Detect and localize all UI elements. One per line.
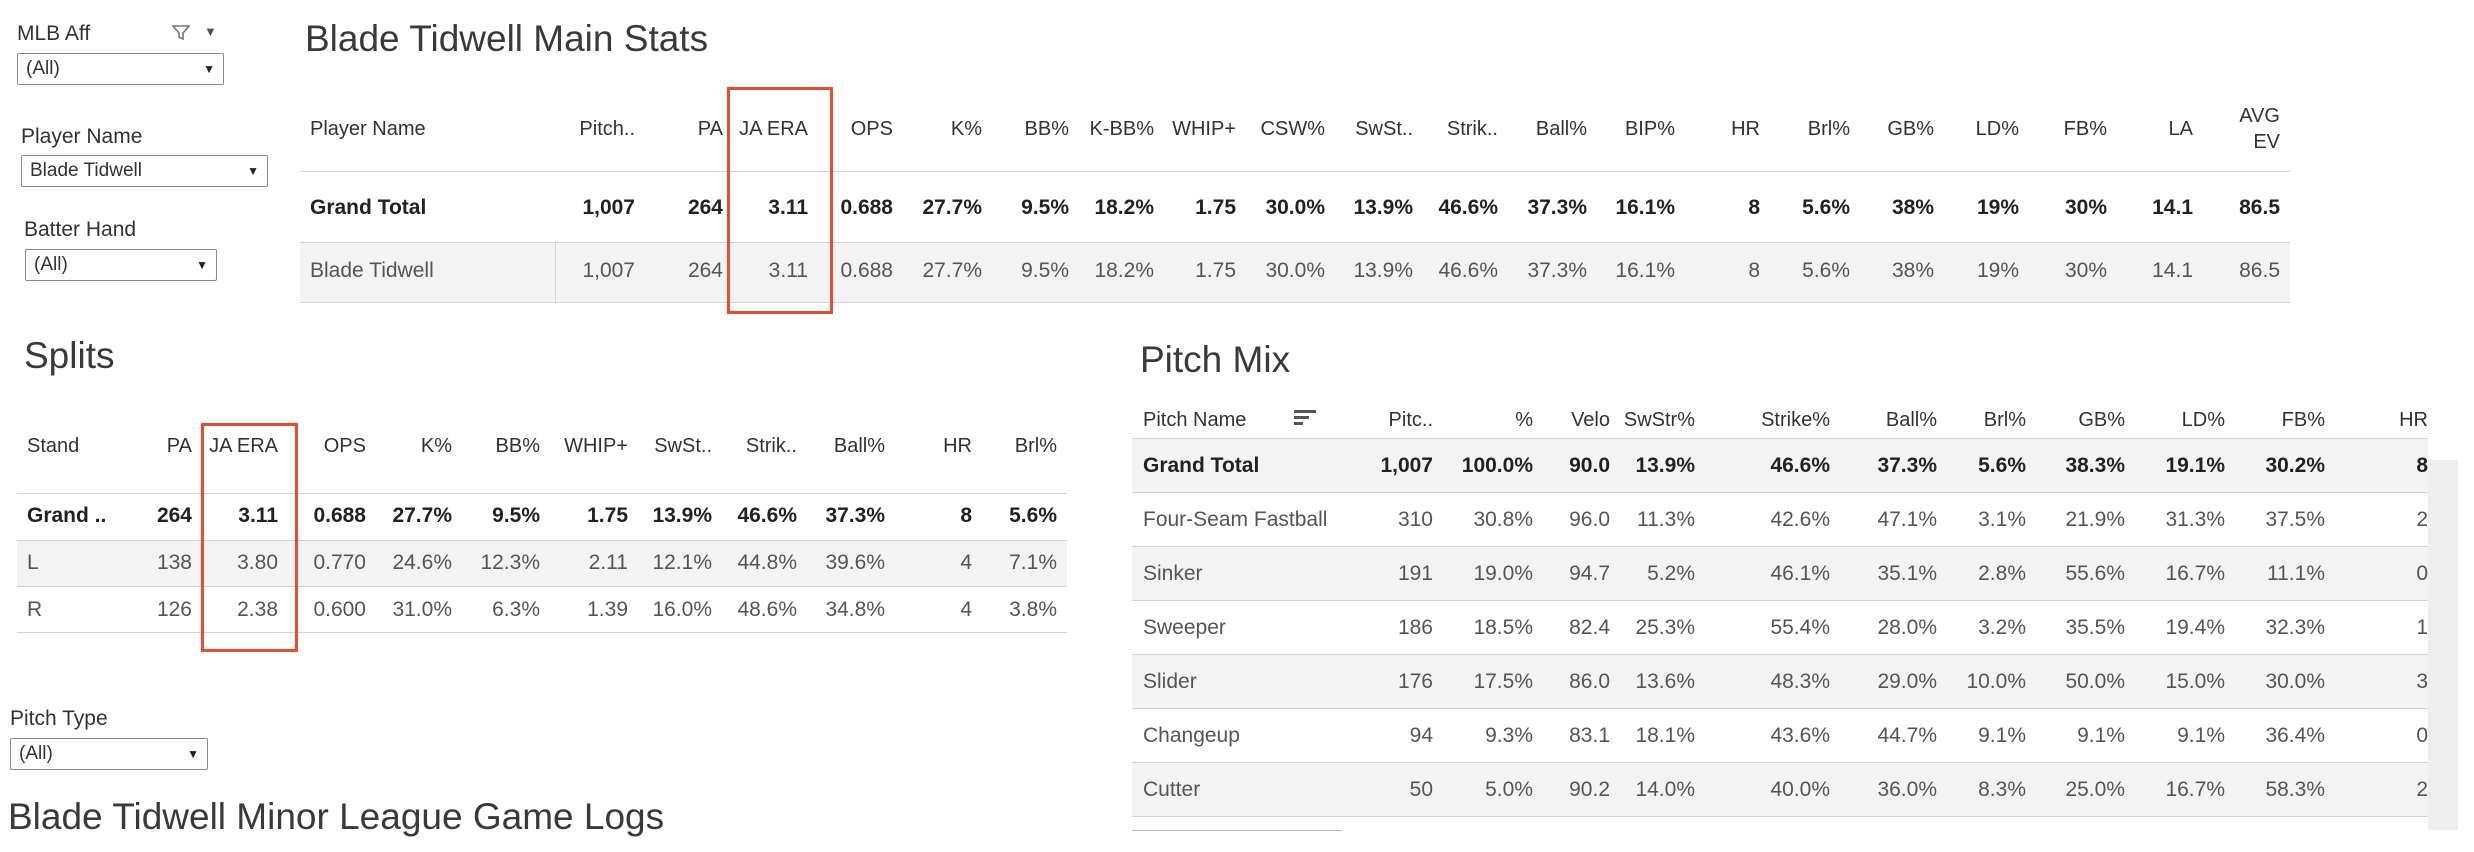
splits-title: Splits: [24, 335, 115, 376]
column-header: HR: [2399, 409, 2428, 431]
pitch-type-dropdown[interactable]: (All) ▼: [10, 738, 208, 770]
table-cell: 2: [2416, 508, 2428, 531]
table-cell: 0: [2416, 724, 2428, 747]
filter-menu-caret-icon[interactable]: ▼: [204, 24, 217, 39]
row-divider: [1132, 600, 2428, 601]
row-divider: [17, 540, 1067, 541]
sort-icon[interactable]: [1294, 410, 1316, 428]
table-cell: 86.5: [2239, 259, 2280, 282]
row-divider: [1132, 762, 2428, 763]
row-divider: [1132, 708, 2428, 709]
column-header: AVG: [2239, 105, 2280, 127]
row-divider: [300, 242, 2290, 243]
main-stats-title: Blade Tidwell Main Stats: [305, 18, 709, 59]
mlb-aff-dropdown[interactable]: (All) ▼: [17, 53, 224, 85]
ja-era-highlight-box: [727, 87, 833, 314]
row-divider: [1132, 546, 2428, 547]
column-header: Brl%: [1014, 435, 1057, 457]
row-divider: [1132, 492, 2428, 493]
player-name-label: Player Name: [21, 125, 143, 148]
table-cell: 1: [2416, 616, 2428, 639]
table-cell: 86.5: [2239, 196, 2280, 219]
table-cell: 5.6%: [1009, 504, 1057, 527]
table-cell: 7.1%: [1009, 551, 1057, 574]
dropdown-caret-icon: ▼: [247, 164, 259, 178]
mlb-aff-label: MLB Aff: [17, 22, 91, 45]
player-name-value: Blade Tidwell: [30, 160, 142, 181]
filter-icon[interactable]: [172, 25, 190, 41]
batter-hand-dropdown[interactable]: (All) ▼: [25, 249, 217, 281]
vertical-scrollbar[interactable]: [2428, 460, 2458, 830]
table-cell: 8: [2416, 454, 2428, 477]
table-cell: 2: [2416, 778, 2428, 801]
batter-hand-label: Batter Hand: [24, 218, 137, 241]
dropdown-caret-icon: ▼: [203, 62, 215, 76]
dropdown-caret-icon: ▼: [196, 258, 208, 272]
player-name-dropdown[interactable]: Blade Tidwell ▼: [21, 155, 268, 187]
table-cell: 3: [2416, 670, 2428, 693]
row-divider: [1132, 816, 2428, 817]
batter-hand-value: (All): [34, 254, 68, 275]
row-divider: [300, 171, 2290, 172]
game-logs-title: Blade Tidwell Minor League Game Logs: [8, 796, 665, 837]
horizontal-scrollbar[interactable]: [1132, 830, 1342, 831]
ja-era-highlight-box: [201, 423, 298, 652]
row-divider: [1132, 438, 2428, 439]
table-cell: 3.8%: [1009, 598, 1057, 621]
row-divider: [17, 493, 1067, 494]
row-divider: [300, 302, 2290, 303]
row-divider: [17, 632, 1067, 633]
pitch-type-label: Pitch Type: [10, 707, 108, 730]
table-cell: 0: [2416, 562, 2428, 585]
column-header: EV: [2253, 131, 2280, 153]
row-divider: [1132, 654, 2428, 655]
dropdown-caret-icon: ▼: [187, 747, 199, 761]
pitch-type-value: (All): [19, 743, 53, 764]
pitch-mix-title: Pitch Mix: [1140, 339, 1291, 380]
mlb-aff-value: (All): [26, 58, 60, 79]
row-divider: [17, 586, 1067, 587]
